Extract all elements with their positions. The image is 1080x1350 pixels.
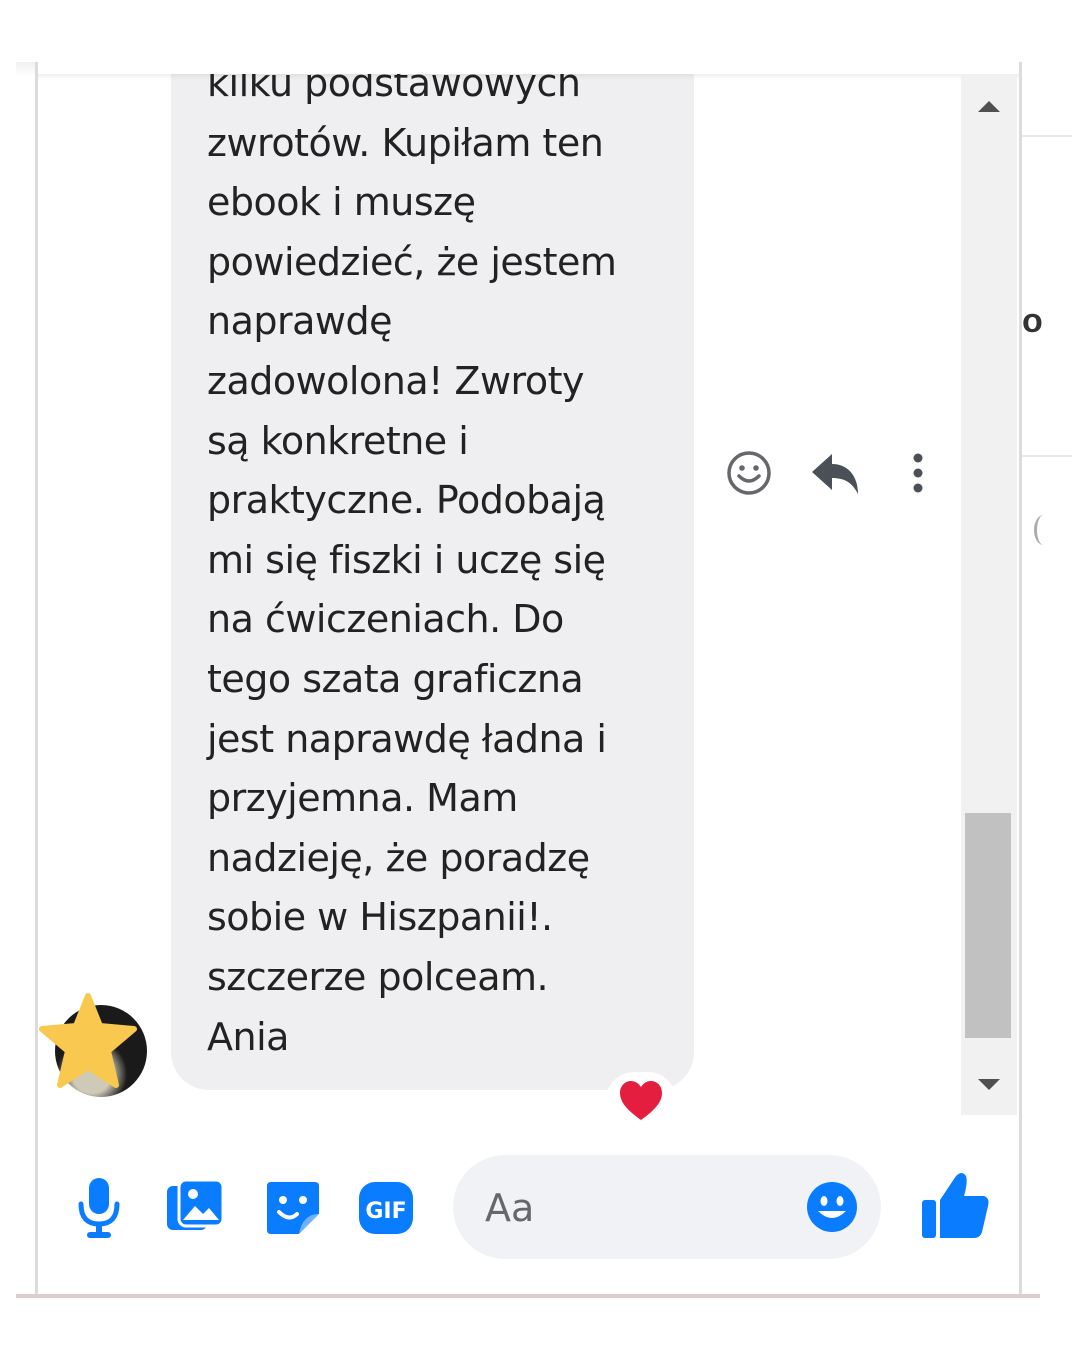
message-line: mi się fiszki i uczę się [207, 537, 606, 582]
message-line: Ania [207, 1014, 289, 1059]
message-line: nadzieję, że poradzę [207, 835, 590, 880]
adjacent-panel-text: o [1022, 302, 1043, 340]
heart-icon [620, 1081, 662, 1120]
scroll-up-arrow[interactable] [975, 92, 1003, 120]
adjacent-panel [1022, 62, 1080, 1298]
adjacent-panel-icon [1034, 515, 1053, 545]
message-line: zadowolona! Zwroty [207, 358, 584, 403]
more-vertical-icon[interactable] [898, 448, 938, 498]
emoji-icon[interactable] [805, 1180, 859, 1234]
gif-icon[interactable]: GIF [357, 1180, 415, 1236]
message-line: na ćwiczeniach. Do [207, 597, 564, 642]
adjacent-divider [1022, 455, 1072, 457]
photo-icon[interactable] [165, 1178, 225, 1236]
window-border-right [1019, 62, 1022, 1298]
message-line: szczerze polceam. [207, 954, 549, 999]
message-line: tego szata graficzna [207, 656, 584, 701]
scrollbar-thumb[interactable] [965, 813, 1011, 1038]
chat-header-area [38, 0, 1019, 74]
message-input[interactable] [483, 1177, 787, 1239]
window-border-bottom [16, 1294, 1040, 1298]
message-line: ebook i muszę [207, 180, 476, 225]
adjacent-divider [1022, 135, 1072, 137]
scroll-down-arrow[interactable] [975, 1070, 1003, 1098]
chat-header-shadow [38, 74, 1019, 80]
sticker-icon[interactable] [263, 1178, 323, 1238]
message-line: są konkretne i [207, 418, 469, 463]
message-line: naprawdę [207, 299, 392, 344]
message-line: zwrotów. Kupiłam ten [207, 120, 604, 165]
svg-text:GIF: GIF [365, 1199, 406, 1224]
smile-icon[interactable] [724, 448, 774, 498]
message-line: powiedzieć, że jestem [207, 239, 617, 284]
thumbs-up-icon[interactable] [918, 1170, 992, 1240]
message-text: kilku podstawowych zwrotów. Kupiłam ten eb… [207, 54, 677, 1067]
window-border-left [35, 62, 38, 1298]
star-icon [39, 993, 137, 1088]
message-line: sobie w Hiszpanii!. [207, 895, 553, 940]
message-line: jest naprawdę ładna i [207, 716, 607, 761]
reply-icon[interactable] [808, 448, 862, 498]
message-line: przyjemna. Mam [207, 776, 518, 821]
microphone-icon[interactable] [74, 1176, 124, 1240]
message-line: praktyczne. Podobają [207, 478, 606, 523]
